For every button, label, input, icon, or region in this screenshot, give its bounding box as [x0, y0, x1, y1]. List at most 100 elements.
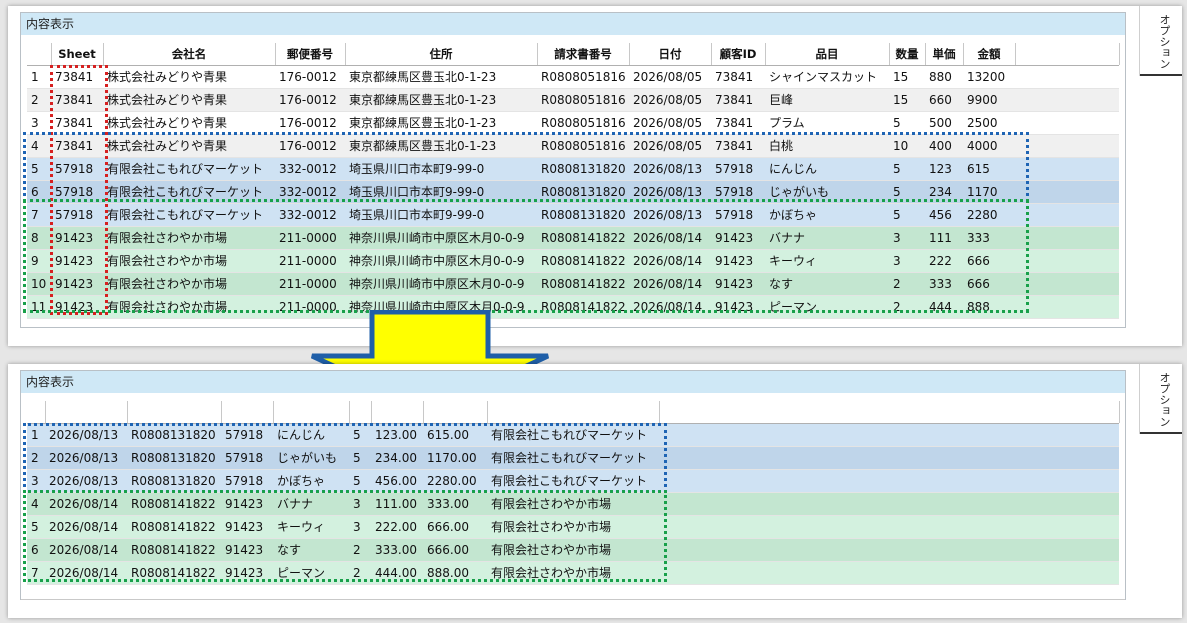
table-cell: R0808141822 [131, 520, 216, 534]
column-header[interactable]: 請求書番号 [537, 43, 630, 65]
table-row[interactable]: 2 73841 株式会社みどりや青果 176-0012 東京都練馬区豊玉北0-1-23 R… [27, 89, 1119, 112]
table-row[interactable]: 10 91423 有限会社さわやか市場 211-0000 神奈川県川崎市中原区木月0-0… [27, 273, 1119, 296]
column-header[interactable]: 郵便番号 [275, 43, 346, 65]
table-cell: 13200 [967, 70, 1006, 84]
column-header[interactable] [487, 401, 660, 423]
table-row[interactable]: 6 2026/08/14 R0808141822 91423 なす 2 333.00 666.… [27, 539, 1119, 562]
table-cell: 73841 [55, 93, 94, 107]
column-header[interactable] [27, 401, 46, 423]
table-cell: R0808131820 [131, 474, 216, 488]
table-cell: 111.00 [375, 497, 417, 511]
table-row[interactable]: 11 91423 有限会社さわやか市場 211-0000 神奈川県川崎市中原区木月0-0… [27, 296, 1119, 319]
table-cell: 400 [929, 139, 952, 153]
options-tab[interactable]: オプション [1139, 364, 1182, 434]
options-tab-label: オプション [1158, 14, 1171, 69]
table-cell: 57918 [715, 208, 754, 222]
column-header[interactable]: 数量 [889, 43, 926, 65]
table-cell: 11 [31, 300, 47, 314]
column-header[interactable]: 品目 [765, 43, 890, 65]
table-cell: 5 [893, 162, 901, 176]
table-cell: 211-0000 [279, 231, 337, 245]
content-view: 内容表示 1 2026/08/13 R0808131820 57918 にんじん 5 123… [20, 370, 1126, 600]
table-cell: じゃがいも [769, 185, 830, 199]
column-header[interactable]: 顧客ID [711, 43, 766, 65]
table-cell: 73841 [55, 139, 94, 153]
table-cell: R0808141822 [541, 231, 626, 245]
table-cell: 神奈川県川崎市中原区木月0-0-9 [349, 277, 525, 291]
table-cell: シャインマスカット [769, 70, 878, 84]
table-row[interactable]: 5 2026/08/14 R0808141822 91423 キーウィ 3 222.00 66… [27, 516, 1119, 539]
table-cell: 91423 [715, 300, 754, 314]
table-cell: 2 [353, 566, 361, 580]
column-header[interactable] [127, 401, 222, 423]
table-cell: 332-0012 [279, 208, 337, 222]
options-tab[interactable]: オプション [1139, 6, 1182, 76]
table-cell: 91423 [715, 231, 754, 245]
table-cell: 456 [929, 208, 952, 222]
table-cell: R0808131820 [131, 451, 216, 465]
table-cell: 2026/08/13 [49, 474, 119, 488]
column-header[interactable]: 住所 [345, 43, 538, 65]
table-cell: 埼玉県川口市本町9-99-0 [349, 185, 485, 199]
column-header[interactable] [45, 401, 128, 423]
column-header[interactable] [273, 401, 350, 423]
column-header[interactable] [1015, 43, 1120, 65]
table-row[interactable]: 3 2026/08/13 R0808131820 57918 かぼちゃ 5 456.00 22… [27, 470, 1119, 493]
table-row[interactable]: 3 73841 株式会社みどりや青果 176-0012 東京都練馬区豊玉北0-1-23 R… [27, 112, 1119, 135]
table-cell: 株式会社みどりや青果 [107, 70, 228, 84]
table-cell: 91423 [225, 543, 264, 557]
table-row[interactable]: 5 57918 有限会社こもれびマーケット 332-0012 埼玉県川口市本町9-99-… [27, 158, 1119, 181]
table-cell: 3 [353, 497, 361, 511]
table-cell: 有限会社こもれびマーケット [107, 162, 264, 176]
table-cell: 埼玉県川口市本町9-99-0 [349, 208, 485, 222]
table-cell: 5 [353, 428, 361, 442]
table-cell: 株式会社みどりや青果 [107, 116, 228, 130]
table-cell: 57918 [55, 162, 94, 176]
table-cell: 2280 [967, 208, 998, 222]
table-cell: 有限会社こもれびマーケット [107, 185, 264, 199]
result-table[interactable]: 1 2026/08/13 R0808131820 57918 にんじん 5 123.00 61… [27, 401, 1120, 585]
source-table[interactable]: Sheet 会社名 郵便番号 住所 請求書番号 日付 顧客ID 品目 数量 単価 金額 1 73841… [27, 43, 1120, 319]
table-row[interactable]: 1 73841 株式会社みどりや青果 176-0012 東京都練馬区豊玉北0-1-23 R… [27, 66, 1119, 89]
table-cell: 57918 [225, 451, 264, 465]
table-cell: 有限会社さわやか市場 [491, 566, 612, 580]
column-header[interactable]: 金額 [963, 43, 1016, 65]
table-cell: 6 [31, 185, 39, 199]
table-row[interactable]: 4 2026/08/14 R0808141822 91423 バナナ 3 111.00 333… [27, 493, 1119, 516]
table-row[interactable]: 9 91423 有限会社さわやか市場 211-0000 神奈川県川崎市中原区木月0-0-… [27, 250, 1119, 273]
column-header[interactable]: Sheet [51, 43, 104, 65]
column-header[interactable] [371, 401, 424, 423]
table-cell: 91423 [225, 520, 264, 534]
table-cell: 1170.00 [427, 451, 477, 465]
table-cell: R0808131820 [541, 208, 626, 222]
table-cell: 888 [967, 300, 990, 314]
table-cell: 57918 [715, 185, 754, 199]
column-header[interactable] [659, 401, 1120, 423]
table-cell: 176-0012 [279, 139, 337, 153]
table-cell: 2 [893, 277, 901, 291]
table-cell: 東京都練馬区豊玉北0-1-23 [349, 93, 497, 107]
table-cell: 1 [31, 428, 39, 442]
table-cell: 10 [31, 277, 47, 291]
table-row[interactable]: 7 57918 有限会社こもれびマーケット 332-0012 埼玉県川口市本町9-99-… [27, 204, 1119, 227]
column-header[interactable]: 日付 [629, 43, 712, 65]
table-cell: 666.00 [427, 520, 469, 534]
table-cell: 333 [967, 231, 990, 245]
table-row[interactable]: 8 91423 有限会社さわやか市場 211-0000 神奈川県川崎市中原区木月0-0-… [27, 227, 1119, 250]
table-row[interactable]: 6 57918 有限会社こもれびマーケット 332-0012 埼玉県川口市本町9-99-… [27, 181, 1119, 204]
column-header[interactable] [221, 401, 274, 423]
table-row[interactable]: 4 73841 株式会社みどりや青果 176-0012 東京都練馬区豊玉北0-1-23 R… [27, 135, 1119, 158]
column-header[interactable] [27, 43, 52, 65]
column-header[interactable]: 単価 [925, 43, 964, 65]
table-row[interactable]: 7 2026/08/14 R0808141822 91423 ピーマン 2 444.00 88… [27, 562, 1119, 585]
table-row[interactable]: 2 2026/08/13 R0808131820 57918 じゃがいも 5 234.00 1… [27, 447, 1119, 470]
table-cell: 123 [929, 162, 952, 176]
table-cell: 73841 [55, 116, 94, 130]
column-header[interactable]: 会社名 [103, 43, 276, 65]
table-cell: 91423 [55, 231, 94, 245]
column-header[interactable] [423, 401, 488, 423]
column-header[interactable] [349, 401, 372, 423]
table-cell: 234.00 [375, 451, 417, 465]
table-cell: 615 [967, 162, 990, 176]
table-row[interactable]: 1 2026/08/13 R0808131820 57918 にんじん 5 123.00 61… [27, 424, 1119, 447]
